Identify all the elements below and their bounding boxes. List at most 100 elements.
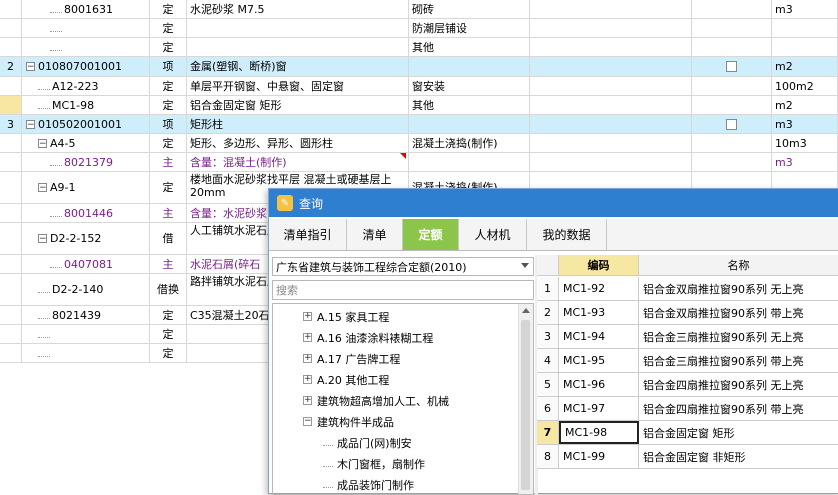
grid-row[interactable]: 6 MC1-97 铝合金四扇推拉窗90系列 带上亮 <box>537 397 838 421</box>
grid-row[interactable]: 8 MC1-99 铝合金固定窗 非矩形 <box>537 445 838 469</box>
collapse-toggle-icon[interactable]: − <box>26 62 35 72</box>
row-spec: 砌砖 <box>409 0 530 18</box>
table-row[interactable]: 2−010807001001 项金属(塑钢、断桥)窗 m2 <box>0 57 838 77</box>
grid-row-num: 1 <box>537 277 559 300</box>
row-unit: 10m3 <box>772 134 838 152</box>
grid-header-name[interactable]: 名称 <box>639 255 838 276</box>
grid-row-name[interactable]: 铝合金双扇推拉窗90系列 带上亮 <box>639 301 838 324</box>
tree-branch-line <box>323 481 333 488</box>
collapse-icon[interactable]: − <box>303 417 312 426</box>
row-blank <box>530 19 692 37</box>
collapse-toggle-icon[interactable]: − <box>26 119 35 129</box>
grid-row-code[interactable]: MC1-95 <box>559 349 639 372</box>
row-type: 主 <box>150 153 187 171</box>
grid-row-code[interactable]: MC1-93 <box>559 301 639 324</box>
grid-row-code[interactable]: MC1-98 <box>559 421 639 444</box>
row-name[interactable]: 矩形、多边形、异形、圆形柱 <box>187 134 409 152</box>
tree-branch-line <box>50 25 62 32</box>
grid-row[interactable]: 5 MC1-96 铝合金四扇推拉窗90系列 无上亮 <box>537 373 838 397</box>
tree-node[interactable]: + A.15 家具工程 <box>303 306 389 327</box>
grid-row-code[interactable]: MC1-96 <box>559 373 639 396</box>
scroll-up-icon[interactable] <box>522 308 530 313</box>
row-type: 主 <box>150 204 187 222</box>
row-spec: 防潮层铺设 <box>409 19 530 37</box>
row-code: D2-2-140 <box>22 274 150 305</box>
expand-icon[interactable]: + <box>303 375 312 384</box>
row-name[interactable]: 矩形柱 <box>187 115 409 133</box>
table-row[interactable]: 8021379 主含量：混凝土(制作) m3 <box>0 153 838 172</box>
grid-row[interactable]: 7 MC1-98 铝合金固定窗 矩形 <box>537 421 838 445</box>
tree-node-label: 成品门(网)制安 <box>337 436 412 450</box>
tree-branch-line <box>50 44 62 51</box>
grid-row-name[interactable]: 铝合金双扇推拉窗90系列 无上亮 <box>639 277 838 300</box>
table-row[interactable]: 定 防潮层铺设 <box>0 19 838 38</box>
row-checkbox[interactable] <box>726 118 737 130</box>
grid-row-code[interactable]: MC1-97 <box>559 397 639 420</box>
scroll-thumb[interactable] <box>521 320 530 490</box>
grid-row[interactable]: 1 MC1-92 铝合金双扇推拉窗90系列 无上亮 <box>537 277 838 301</box>
expand-icon[interactable]: + <box>303 354 312 363</box>
grid-row-name[interactable]: 铝合金四扇推拉窗90系列 带上亮 <box>639 397 838 420</box>
tree-scrollbar[interactable] <box>518 304 533 494</box>
table-row[interactable]: 8001631 定水泥砂浆 M7.5 砌砖 m3 <box>0 0 838 19</box>
chevron-down-icon[interactable] <box>521 263 529 268</box>
library-select[interactable]: 广东省建筑与装饰工程综合定额(2010) <box>272 257 534 276</box>
grid-row-name[interactable]: 铝合金固定窗 矩形 <box>639 421 838 444</box>
grid-row-num: 3 <box>537 325 559 348</box>
row-type: 项 <box>150 57 187 76</box>
tab-4[interactable]: 我的数据 <box>527 219 607 250</box>
row-name[interactable] <box>187 38 409 56</box>
tree-node[interactable]: + 建筑物超高增加人工、机械 <box>303 390 449 411</box>
row-code-text: A12-223 <box>52 79 99 93</box>
tree-branch-line <box>38 83 50 90</box>
row-name[interactable]: 水泥砂浆 M7.5 <box>187 0 409 18</box>
grid-row-name[interactable]: 铝合金四扇推拉窗90系列 无上亮 <box>639 373 838 396</box>
row-name[interactable]: 含量：混凝土(制作) <box>187 153 409 171</box>
row-name[interactable]: 铝合金固定窗 矩形 <box>187 96 409 114</box>
table-row[interactable]: MC1-98 定铝合金固定窗 矩形 其他 m2 <box>0 96 838 115</box>
row-name[interactable]: 单层平开钢窗、中悬窗、固定窗 <box>187 77 409 95</box>
tree-node[interactable]: 成品门(网)制安 <box>323 432 412 453</box>
row-checkbox[interactable] <box>726 61 737 72</box>
search-input[interactable]: 搜索 <box>272 280 534 300</box>
tree-node[interactable]: − 建筑构件半成品 <box>303 411 394 432</box>
tree-node[interactable]: + A.17 广告牌工程 <box>303 348 400 369</box>
grid-row-code[interactable]: MC1-94 <box>559 325 639 348</box>
table-row[interactable]: − A4-5 定矩形、多边形、异形、圆形柱 混凝土浇捣(制作) 10m3 <box>0 134 838 153</box>
expand-icon[interactable]: + <box>303 333 312 342</box>
tree-node[interactable]: 木门窗框，扇制作 <box>323 453 425 474</box>
row-name[interactable] <box>187 19 409 37</box>
tab-0[interactable]: 清单指引 <box>269 219 347 250</box>
row-unit: m3 <box>772 115 838 133</box>
collapse-toggle-icon[interactable]: − <box>38 138 47 148</box>
table-row[interactable]: 3−010502001001 项矩形柱 m3 <box>0 115 838 134</box>
row-name-text: 水泥石屑(碎石 <box>190 257 261 271</box>
grid-row[interactable]: 3 MC1-94 铝合金三扇推拉窗90系列 无上亮 <box>537 325 838 349</box>
expand-icon[interactable]: + <box>303 396 312 405</box>
tree-branch-line <box>38 312 50 319</box>
tab-2[interactable]: 定额 <box>403 219 459 250</box>
grid-row-name[interactable]: 铝合金三扇推拉窗90系列 无上亮 <box>639 325 838 348</box>
row-name[interactable]: 金属(塑钢、断桥)窗 <box>187 57 409 76</box>
row-name-text: C35混凝土20石 <box>190 308 270 322</box>
tree-node[interactable]: + A.20 其他工程 <box>303 369 389 390</box>
collapse-toggle-icon[interactable]: − <box>38 234 47 244</box>
grid-row[interactable]: 2 MC1-93 铝合金双扇推拉窗90系列 带上亮 <box>537 301 838 325</box>
table-row[interactable]: A12-223 定单层平开钢窗、中悬窗、固定窗 窗安装 100m2 <box>0 77 838 96</box>
grid-header-code[interactable]: 编码 <box>559 255 639 276</box>
grid-row-code[interactable]: MC1-99 <box>559 445 639 468</box>
tab-1[interactable]: 清单 <box>347 219 403 250</box>
table-row[interactable]: 定 其他 <box>0 38 838 57</box>
grid-row-code[interactable]: MC1-92 <box>559 277 639 300</box>
expand-icon[interactable]: + <box>303 312 312 321</box>
tree-node-label: A.15 家具工程 <box>317 310 390 324</box>
collapse-toggle-icon[interactable]: − <box>38 183 47 193</box>
grid-row[interactable]: 4 MC1-95 铝合金三扇推拉窗90系列 带上亮 <box>537 349 838 373</box>
tab-3[interactable]: 人材机 <box>459 219 527 250</box>
tree-node[interactable]: + A.16 油漆涂料裱糊工程 <box>303 327 433 348</box>
grid-row-name[interactable]: 铝合金固定窗 非矩形 <box>639 445 838 468</box>
row-seq <box>0 306 22 324</box>
dialog-titlebar[interactable]: ✎ 查询 <box>269 189 838 217</box>
grid-row-name[interactable]: 铝合金三扇推拉窗90系列 带上亮 <box>639 349 838 372</box>
row-type: 定 <box>150 344 187 362</box>
